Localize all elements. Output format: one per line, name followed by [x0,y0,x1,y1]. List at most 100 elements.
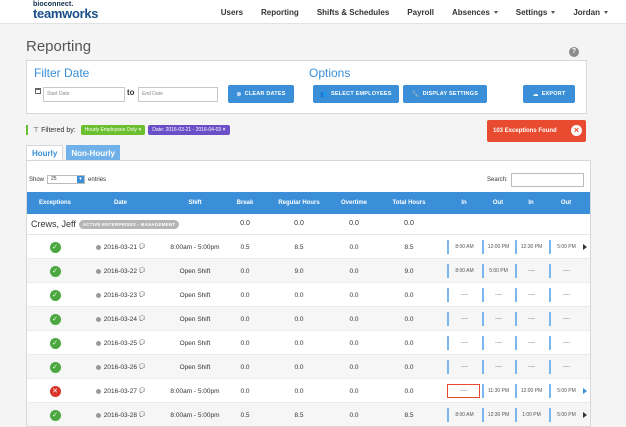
comment-icon[interactable]: 💬 [139,412,145,418]
check-circle-icon[interactable]: ✓ [49,313,61,325]
table-row[interactable]: ✓ 2016-03-22 💬 Open Shift 0.0 9.0 0.0 9.0 8:00 A… [27,259,590,283]
table-row[interactable]: ✓ 2016-03-24 💬 Open Shift 0.0 0.0 0.0 0.0 ---- --… [27,307,590,331]
error-circle-icon[interactable]: ✕ [49,385,61,397]
comment-icon[interactable]: 💬 [139,388,145,394]
total-cell: 0.0 [404,315,414,323]
table-row[interactable]: ✕ 2016-03-27 💬 8:00am - 5:00pm 0.0 0.0 0.0 0.0-… [27,379,590,403]
comment-icon[interactable]: 💬 [139,340,145,346]
punch-out2[interactable]: 5:00 PM [549,408,582,422]
punch-in1[interactable]: ---- [447,360,480,374]
nav-item-jordan[interactable]: Jordan [573,8,608,17]
punch-out1[interactable]: ---- [482,360,513,374]
punch-in2[interactable]: ---- [515,264,546,278]
nav-item-payroll[interactable]: Payroll [407,8,434,17]
tab-hourly[interactable]: Hourly [26,145,64,161]
clear-dates-button[interactable]: ⊗ CLEAR DATES [228,85,294,103]
exception-status: ✕ [27,379,83,403]
table-row[interactable]: ✓ 2016-03-21 💬 8:00am - 5:00pm 0.5 8.5 0.0 8.5 8… [27,235,590,259]
close-icon[interactable]: × [221,127,226,133]
punch-in1[interactable]: 8:00 AM [447,264,480,278]
check-circle-icon[interactable]: ✓ [49,241,61,253]
punch-out2[interactable]: 5:00 PM [549,384,582,398]
column-header-out-1[interactable]: Out [482,192,514,214]
check-circle-icon[interactable]: ✓ [49,409,61,421]
punch-out2[interactable]: ---- [549,312,582,326]
check-circle-icon[interactable]: ✓ [49,289,61,301]
comment-icon[interactable]: 💬 [139,364,145,370]
punch-in1[interactable]: ---- [447,288,480,302]
select-employees-button[interactable]: 👥 SELECT EMPLOYEES [313,85,399,103]
column-header-in-1[interactable]: In [447,192,481,214]
table-row[interactable]: ✓ 2016-03-26 💬 Open Shift 0.0 0.0 0.0 0.0 ---- --… [27,355,590,379]
punch-out1[interactable]: 11:30 PM [482,384,513,398]
date-cell: 2016-03-22 💬 [83,259,158,283]
punch-out1[interactable]: ---- [482,312,513,326]
help-icon[interactable]: ? [569,47,579,57]
column-header-out-2[interactable]: Out [549,192,583,214]
column-header-total-hours[interactable]: Total Hours [387,192,431,214]
exceptions-found-button[interactable]: 103 Exceptions Found × [487,120,586,142]
comment-icon[interactable]: 💬 [139,244,145,250]
column-header-in-2[interactable]: In [515,192,547,214]
column-header-regular-hours[interactable]: Regular Hours [277,192,321,214]
search-input[interactable] [510,173,584,187]
teamworks-logo[interactable]: bioconnect. teamworks [33,1,99,20]
punch-in2[interactable]: 12:30 PM [515,240,546,254]
end-date-input[interactable]: End Date [138,87,218,102]
punch-in2[interactable]: ---- [515,288,546,302]
punch-in2[interactable]: ---- [515,336,546,350]
chevron-right-icon[interactable] [583,412,587,418]
table-row[interactable]: ✓ 2016-03-25 💬 Open Shift 0.0 0.0 0.0 0.0 ---- --… [27,331,590,355]
punch-out1[interactable]: 12:00 PM [482,240,513,254]
comment-icon[interactable]: 💬 [139,268,145,274]
punch-out2[interactable]: ---- [549,288,582,302]
punch-out2[interactable]: 5:00 PM [549,240,582,254]
punch-out1[interactable]: 5:00 PM [482,264,513,278]
close-icon[interactable]: × [571,125,582,136]
punch-in1[interactable]: ---- [447,336,480,350]
export-button[interactable]: ☁ EXPORT [523,85,575,103]
punch-in2[interactable]: 12:00 PM [515,384,546,398]
nav-item-users[interactable]: Users [221,8,243,17]
table-row[interactable]: ✓ 2016-03-28 💬 8:00am - 5:00pm 0.5 8.5 0.0 8.5 8… [27,403,590,426]
page-size-select[interactable]: 25 ▾ [47,175,86,184]
punch-in1[interactable]: ---- [447,312,480,326]
chevron-right-icon[interactable] [583,244,587,250]
nav-item-settings[interactable]: Settings [516,8,556,17]
close-icon[interactable]: × [137,127,141,133]
comment-icon[interactable]: 💬 [139,316,145,322]
punch-out2[interactable]: ---- [549,360,582,374]
chevron-right-icon[interactable] [583,388,587,394]
date-text: 2016-03-22 [103,267,137,275]
column-header-date[interactable]: Date [83,192,158,214]
nav-item-absences[interactable]: Absences [452,8,498,17]
column-header-exceptions[interactable]: Exceptions [27,192,83,214]
filter-chip[interactable]: Date: 2016-03-21 - 2016-04-03 × [148,125,230,135]
check-circle-icon[interactable]: ✓ [49,337,61,349]
employee-group-row[interactable]: Crews, Jeff ACTIVE ENTERPRISES - MANAGEM… [27,214,590,235]
punch-out1[interactable]: ---- [482,288,513,302]
check-circle-icon[interactable]: ✓ [49,361,61,373]
start-date-input[interactable]: Start Date [43,87,125,102]
comment-icon[interactable]: 💬 [139,292,145,298]
punch-in2[interactable]: ---- [515,312,546,326]
punch-in1[interactable]: 8:00 AM [447,240,480,254]
check-circle-icon[interactable]: ✓ [49,265,61,277]
punch-in2[interactable]: ---- [515,360,546,374]
column-header-overtime[interactable]: Overtime [332,192,376,214]
punch-out1[interactable]: 12:30 PM [482,408,513,422]
nav-item-reporting[interactable]: Reporting [261,8,299,17]
tab-non-hourly[interactable]: Non-Hourly [66,145,120,161]
nav-item-shifts-schedules[interactable]: Shifts & Schedules [317,8,389,17]
column-header-break[interactable]: Break [223,192,267,214]
punch-in2[interactable]: 1:00 PM [515,408,546,422]
table-row[interactable]: ✓ 2016-03-23 💬 Open Shift 0.0 0.0 0.0 0.0 ---- --… [27,283,590,307]
display-settings-button[interactable]: 🔧 DISPLAY SETTINGS [403,85,487,103]
punch-out1[interactable]: ---- [482,336,513,350]
filter-chip[interactable]: Hourly Employees Only × [80,125,146,135]
punch-in1[interactable]: 8:00 AM [447,408,480,422]
punch-out2[interactable]: ---- [549,336,582,350]
filter-funnel-icon: ⊤ [33,127,40,134]
punch-out2[interactable]: ---- [549,264,582,278]
punch-in1[interactable]: ---- [447,384,480,398]
